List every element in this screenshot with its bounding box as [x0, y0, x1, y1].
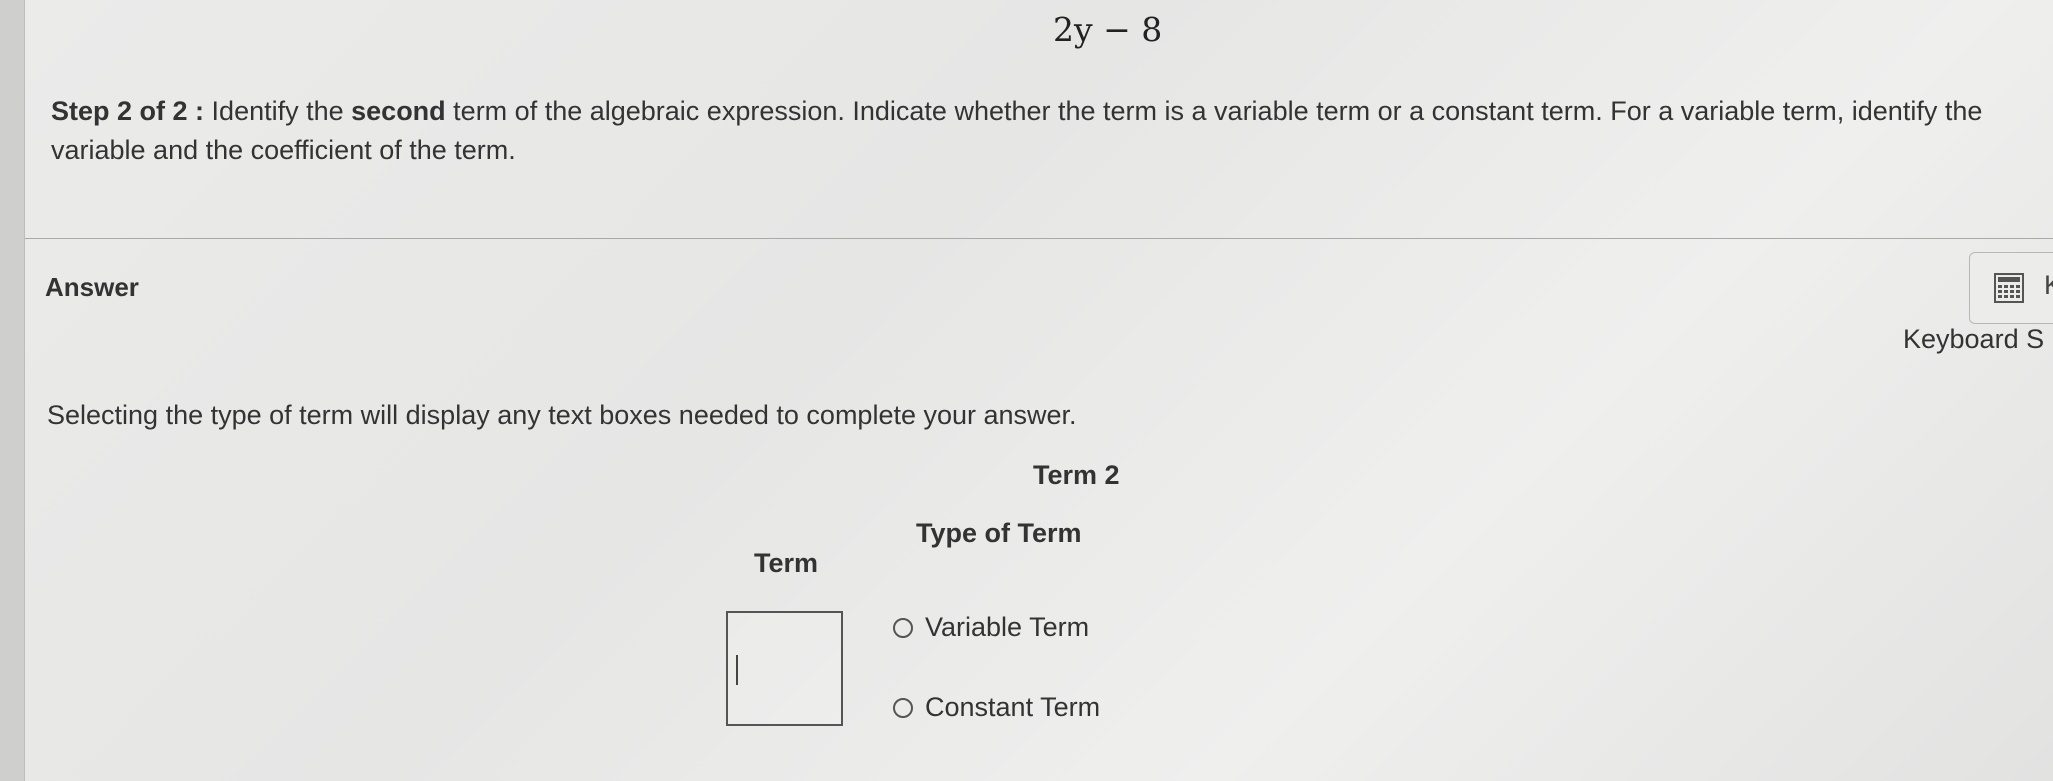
keyboard-button[interactable]: K	[1969, 252, 2053, 324]
variable-term-label: Variable Term	[925, 612, 1090, 642]
step-label: Step 2 of 2 :	[51, 96, 205, 126]
keyboard-shortcuts-link[interactable]: Keyboard S	[1903, 324, 2044, 355]
constant-term-option[interactable]: Constant Term	[893, 692, 1100, 723]
radio-button-icon[interactable]	[893, 697, 913, 718]
term-title: Term 2	[1033, 460, 1120, 490]
term-input-box[interactable]	[726, 611, 843, 726]
keyboard-grid-icon	[1994, 273, 2024, 308]
answer-instruction: Selecting the type of term will display …	[47, 400, 1077, 430]
question-page: 2y − 8 Step 2 of 2 : Identify the second…	[25, 0, 2053, 781]
step-instructions: Step 2 of 2 : Identify the second term o…	[51, 92, 2053, 170]
section-divider	[25, 238, 2053, 239]
instruction-after-bold: term of the algebraic expression. Indica…	[445, 96, 1983, 126]
algebraic-expression: 2y − 8	[1053, 10, 1163, 49]
left-edge-strip	[0, 0, 25, 781]
type-of-term-heading: Type of Term	[916, 518, 1082, 548]
instruction-before-bold: Identify the	[211, 96, 352, 126]
keyboard-button-label: K	[2044, 270, 2053, 301]
instruction-bold-word: second	[351, 96, 446, 126]
term-heading: Term	[754, 548, 819, 578]
variable-term-option[interactable]: Variable Term	[893, 612, 1089, 643]
text-cursor	[736, 655, 738, 685]
radio-button-icon[interactable]	[893, 617, 913, 638]
instruction-line-2: variable and the coefficient of the term…	[51, 135, 516, 165]
constant-term-label: Constant Term	[925, 692, 1101, 722]
answer-heading: Answer	[45, 272, 139, 302]
